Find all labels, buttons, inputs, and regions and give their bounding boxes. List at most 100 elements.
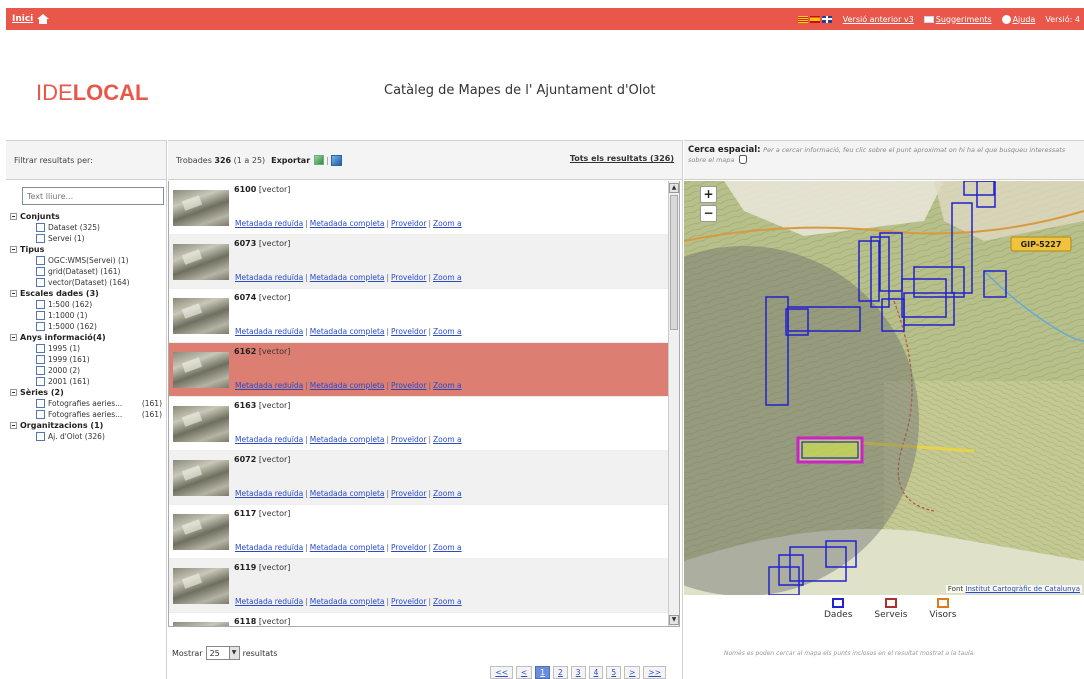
- facet-checkbox[interactable]: [36, 234, 45, 243]
- aerial-thumbnail[interactable]: [173, 406, 229, 442]
- result-row[interactable]: 6119 [vector] Metadada reduïda | Metadada c…: [169, 559, 679, 613]
- reduced-metadata-link[interactable]: Metadada reduïda: [235, 489, 303, 498]
- facet-checkbox[interactable]: [36, 377, 45, 386]
- home-icon[interactable]: [37, 14, 50, 24]
- facet-checkbox[interactable]: [36, 311, 45, 320]
- provider-link[interactable]: Proveïdor: [391, 489, 426, 498]
- provider-link[interactable]: Proveïdor: [391, 597, 426, 606]
- page-link[interactable]: 5: [606, 666, 622, 679]
- page-size-select[interactable]: 25 ▼: [205, 646, 240, 660]
- page-link[interactable]: <<: [490, 666, 513, 679]
- zoom-to-link[interactable]: Zoom a: [433, 273, 462, 282]
- help-link-wrap[interactable]: Ajuda: [1001, 14, 1035, 24]
- aerial-thumbnail[interactable]: [173, 460, 229, 496]
- facet-item[interactable]: grid(Dataset) (161): [10, 266, 166, 277]
- facet-item[interactable]: Dataset (325): [10, 222, 166, 233]
- result-row[interactable]: 6074 [vector] Metadada reduïda | Metadada c…: [169, 289, 679, 343]
- scroll-thumb[interactable]: [670, 195, 678, 330]
- facet-checkbox[interactable]: [36, 366, 45, 375]
- facet-checkbox[interactable]: [36, 322, 45, 331]
- aerial-thumbnail[interactable]: [173, 514, 229, 550]
- full-metadata-link[interactable]: Metadada completa: [310, 489, 385, 498]
- page-link[interactable]: >: [624, 666, 641, 679]
- provider-link[interactable]: Proveïdor: [391, 435, 426, 444]
- export-map-icon[interactable]: [330, 154, 342, 166]
- results-scrollbar[interactable]: ▲ ▼: [668, 181, 679, 626]
- facet-item[interactable]: 2001 (161): [10, 376, 166, 387]
- chevron-down-icon[interactable]: ▼: [228, 647, 239, 659]
- collapse-icon[interactable]: [10, 213, 17, 220]
- provider-link[interactable]: Proveïdor: [391, 327, 426, 336]
- spanish-flag-icon[interactable]: [809, 15, 820, 23]
- result-row[interactable]: 6117 [vector] Metadada reduïda | Metadada c…: [169, 505, 679, 559]
- scroll-up-icon[interactable]: ▲: [669, 183, 679, 193]
- full-metadata-link[interactable]: Metadada completa: [310, 435, 385, 444]
- facet-item[interactable]: 1:1000 (1): [10, 310, 166, 321]
- collapse-icon[interactable]: [10, 334, 17, 341]
- provider-link[interactable]: Proveïdor: [391, 381, 426, 390]
- zoom-to-link[interactable]: Zoom a: [433, 219, 462, 228]
- facet-checkbox[interactable]: [36, 344, 45, 353]
- facet-item[interactable]: Servei (1): [10, 233, 166, 244]
- facet-checkbox[interactable]: [36, 399, 45, 408]
- result-row[interactable]: 6073 [vector] Metadada reduïda | Metadada c…: [169, 235, 679, 289]
- facet-group[interactable]: Conjunts: [10, 211, 166, 222]
- facet-item[interactable]: Fotografies aeries... (161): [10, 409, 166, 420]
- suggestions-link-wrap[interactable]: Suggeriments: [923, 15, 992, 24]
- full-metadata-link[interactable]: Metadada completa: [310, 597, 385, 606]
- aerial-thumbnail[interactable]: [173, 190, 229, 226]
- free-text-filter-input[interactable]: [22, 187, 164, 205]
- facet-checkbox[interactable]: [36, 355, 45, 364]
- zoom-to-link[interactable]: Zoom a: [433, 327, 462, 336]
- full-metadata-link[interactable]: Metadada completa: [310, 381, 385, 390]
- result-row[interactable]: 6162 [vector] Metadada reduïda | Metadada c…: [169, 343, 679, 397]
- facet-group[interactable]: Organitzacions (1): [10, 420, 166, 431]
- full-metadata-link[interactable]: Metadada completa: [310, 273, 385, 282]
- zoom-in-button[interactable]: +: [700, 186, 717, 203]
- page-link[interactable]: 2: [553, 666, 568, 679]
- suggestions-link[interactable]: Suggeriments: [936, 15, 992, 24]
- reduced-metadata-link[interactable]: Metadada reduïda: [235, 327, 303, 336]
- english-flag-icon[interactable]: [821, 15, 832, 23]
- zoom-to-link[interactable]: Zoom a: [433, 597, 462, 606]
- facet-item[interactable]: OGC:WMS(Servei) (1): [10, 255, 166, 266]
- facet-group[interactable]: Anys informació(4): [10, 332, 166, 343]
- page-link[interactable]: 4: [588, 666, 604, 679]
- facet-group[interactable]: Sèries (2): [10, 387, 166, 398]
- collapse-icon[interactable]: [10, 246, 17, 253]
- page-link[interactable]: >>: [643, 666, 666, 679]
- zoom-out-button[interactable]: −: [700, 205, 717, 222]
- page-link[interactable]: 1: [535, 666, 550, 679]
- collapse-icon[interactable]: [10, 422, 17, 429]
- facet-item[interactable]: Aj. d'Olot (326): [10, 431, 166, 442]
- aerial-thumbnail[interactable]: [173, 244, 229, 280]
- collapse-icon[interactable]: [10, 389, 17, 396]
- facet-group[interactable]: Escales dades (3): [10, 288, 166, 299]
- facet-checkbox[interactable]: [36, 256, 45, 265]
- zoom-to-link[interactable]: Zoom a: [433, 435, 462, 444]
- facet-checkbox[interactable]: [36, 300, 45, 309]
- page-link[interactable]: <: [515, 666, 533, 679]
- full-metadata-link[interactable]: Metadada completa: [310, 543, 385, 552]
- facet-checkbox[interactable]: [36, 410, 45, 419]
- export-excel-icon[interactable]: [314, 155, 325, 165]
- ideclocal-logo[interactable]: IDELOCAL: [36, 80, 148, 106]
- facet-item[interactable]: 1:5000 (162): [10, 321, 166, 332]
- reduced-metadata-link[interactable]: Metadada reduïda: [235, 543, 303, 552]
- page-link[interactable]: 3: [570, 666, 586, 679]
- zoom-to-link[interactable]: Zoom a: [433, 543, 462, 552]
- result-row[interactable]: 6118 [vector]Metadada reduïda|Metadada c…: [169, 613, 679, 626]
- facet-item[interactable]: vector(Dataset) (164): [10, 277, 166, 288]
- full-metadata-link[interactable]: Metadada completa: [310, 219, 385, 228]
- aerial-thumbnail[interactable]: [173, 298, 229, 334]
- home-link[interactable]: Inici: [12, 14, 33, 24]
- scroll-down-icon[interactable]: ▼: [669, 615, 679, 625]
- catalan-flag-icon[interactable]: [797, 15, 808, 23]
- result-row[interactable]: 6100 [vector] Metadada reduïda | Metadada c…: [169, 181, 679, 235]
- aerial-thumbnail[interactable]: [173, 568, 229, 604]
- collapse-icon[interactable]: [10, 290, 17, 297]
- facet-item[interactable]: Fotografies aeries... (161): [10, 398, 166, 409]
- provider-link[interactable]: Proveïdor: [391, 543, 426, 552]
- provider-link[interactable]: Proveïdor: [391, 219, 426, 228]
- facet-checkbox[interactable]: [36, 223, 45, 232]
